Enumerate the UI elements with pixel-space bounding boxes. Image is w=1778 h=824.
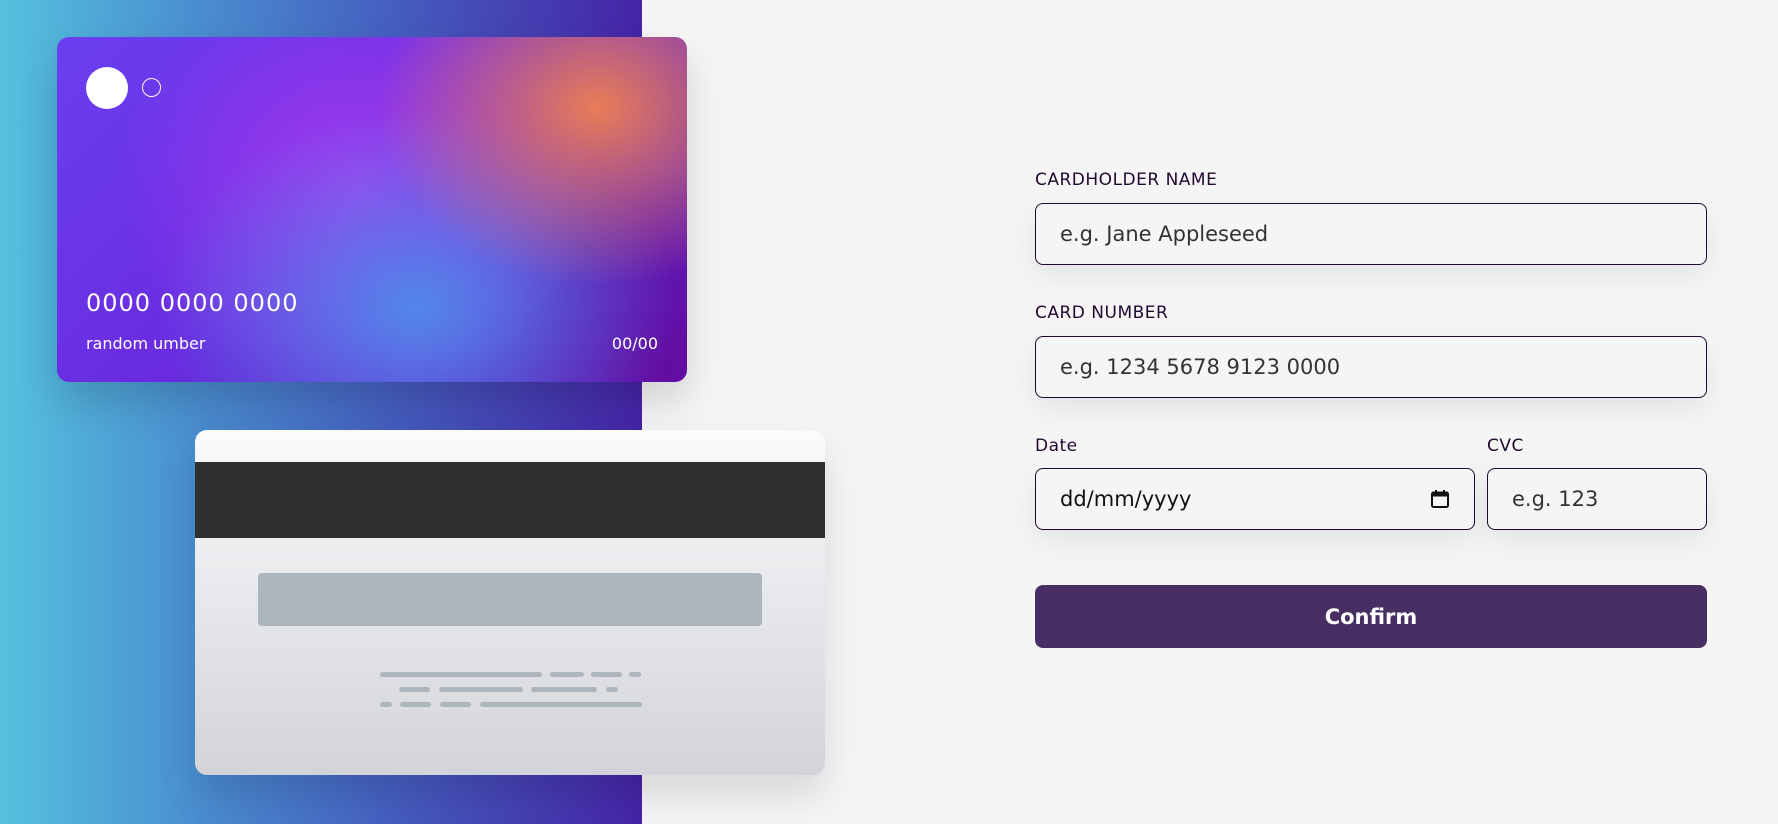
date-label: Date: [1035, 436, 1078, 456]
calendar-icon[interactable]: [1430, 489, 1450, 509]
card-number-label: CARD NUMBER: [1035, 303, 1169, 323]
cardholder-name-display: random umber: [86, 334, 206, 353]
cardholder-name-label: CARDHOLDER NAME: [1035, 170, 1218, 190]
cardholder-name-input[interactable]: [1035, 203, 1707, 265]
cvc-label: CVC: [1487, 436, 1524, 456]
card-front: 0000 0000 0000 random umber 00/00: [57, 37, 687, 382]
card-fine-print: [380, 672, 645, 722]
date-input-value: dd/mm/yyyy: [1060, 487, 1192, 511]
card-logo-small-circle: [142, 78, 161, 97]
cvc-input[interactable]: [1487, 468, 1707, 530]
signature-strip: [258, 573, 762, 626]
magnetic-stripe: [195, 462, 825, 538]
date-input[interactable]: dd/mm/yyyy: [1035, 468, 1475, 530]
card-logo-large-circle: [86, 67, 128, 109]
confirm-button[interactable]: Confirm: [1035, 585, 1707, 648]
card-number-input[interactable]: [1035, 336, 1707, 398]
card-back: [195, 430, 825, 775]
card-expiry-display: 00/00: [611, 334, 658, 353]
card-number-display: 0000 0000 0000: [86, 289, 299, 317]
